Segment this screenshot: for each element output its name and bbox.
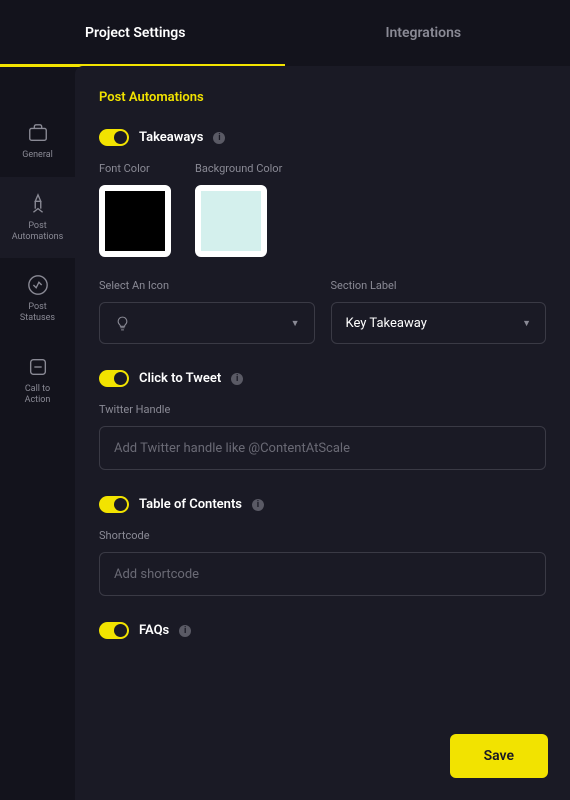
square-icon [27,356,49,378]
toggle-label: FAQs [139,623,169,638]
sidebar-item-general[interactable]: General [0,106,75,177]
sidebar-item-label: Call to Action [25,384,51,406]
select-icon-label: Select An Icon [99,279,315,292]
page-title: Post Automations [99,90,546,105]
chevron-down-icon: ▼ [522,318,531,329]
sidebar: General Post Automations Post Statuses C… [0,66,75,800]
sidebar-item-call-to-action[interactable]: Call to Action [0,340,75,422]
shortcode-label: Shortcode [99,529,546,542]
twitter-handle-input[interactable] [99,426,546,470]
tab-integrations[interactable]: Integrations [385,25,461,41]
shortcode-input[interactable] [99,552,546,596]
rocket-icon [27,193,49,215]
sidebar-item-post-automations[interactable]: Post Automations [0,177,75,259]
icon-select[interactable]: ▼ [99,302,315,344]
sidebar-item-post-statuses[interactable]: Post Statuses [0,258,75,340]
font-color-label: Font Color [99,162,171,175]
toggle-takeaways[interactable] [99,129,129,146]
select-value: Key Takeaway [346,316,427,331]
toggle-faqs[interactable] [99,622,129,639]
save-button[interactable]: Save [450,734,548,778]
font-color-swatch[interactable] [99,185,171,257]
toggle-label: Takeaways [139,130,203,145]
toggle-toc[interactable] [99,496,129,513]
toggle-click-to-tweet[interactable] [99,370,129,387]
sidebar-item-label: Post Automations [12,221,63,243]
briefcase-icon [27,122,49,144]
toggle-label: Click to Tweet [139,371,221,386]
info-icon[interactable]: i [231,373,243,385]
bg-color-label: Background Color [195,162,282,175]
sidebar-item-label: General [22,150,53,161]
sidebar-item-label: Post Statuses [20,302,55,324]
section-label-select[interactable]: Key Takeaway ▼ [331,302,547,344]
info-icon[interactable]: i [179,625,191,637]
twitter-handle-label: Twitter Handle [99,403,546,416]
bg-color-swatch[interactable] [195,185,267,257]
content-panel: Post Automations Takeaways i Font Color … [75,66,570,800]
activity-icon [27,274,49,296]
chevron-down-icon: ▼ [291,318,300,329]
info-icon[interactable]: i [213,132,225,144]
lightbulb-icon [114,315,131,332]
tab-project-settings[interactable]: Project Settings [85,25,185,41]
toggle-label: Table of Contents [139,497,242,512]
info-icon[interactable]: i [252,499,264,511]
section-label-label: Section Label [331,279,547,292]
